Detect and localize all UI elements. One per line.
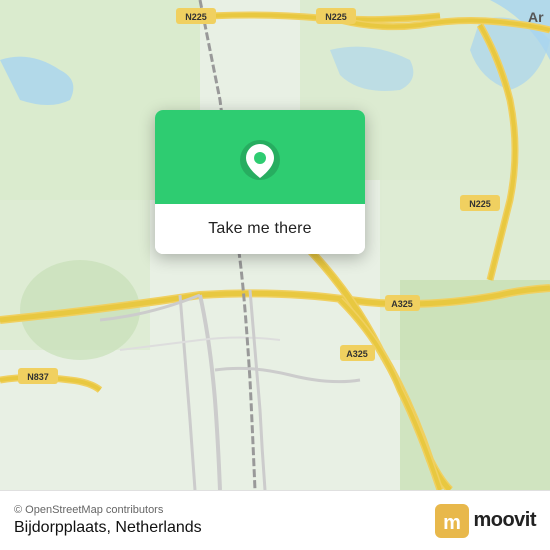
svg-text:A325: A325: [391, 299, 413, 309]
bottom-bar: © OpenStreetMap contributors Bijdorpplaa…: [0, 490, 550, 550]
location-popup: Take me there: [155, 110, 365, 254]
take-me-there-button[interactable]: Take me there: [155, 204, 365, 254]
osm-credit: © OpenStreetMap contributors: [14, 504, 202, 516]
map-container: N225 N225 N225 A325 A325 N837 Ar Take me…: [0, 0, 550, 490]
svg-text:N225: N225: [469, 199, 491, 209]
location-name: Bijdorpplaats, Netherlands: [14, 519, 202, 537]
svg-text:N225: N225: [325, 12, 347, 22]
svg-text:N837: N837: [27, 372, 49, 382]
svg-text:Ar: Ar: [528, 9, 544, 25]
svg-text:N225: N225: [185, 12, 207, 22]
moovit-brand-icon: m: [435, 504, 469, 538]
location-pin-icon: [238, 138, 282, 182]
svg-text:A325: A325: [346, 349, 368, 359]
moovit-brand-text: moovit: [473, 509, 536, 532]
moovit-logo: m moovit: [435, 504, 536, 538]
svg-text:m: m: [444, 512, 462, 534]
bottom-left: © OpenStreetMap contributors Bijdorpplaa…: [14, 504, 202, 537]
popup-header: [155, 110, 365, 204]
